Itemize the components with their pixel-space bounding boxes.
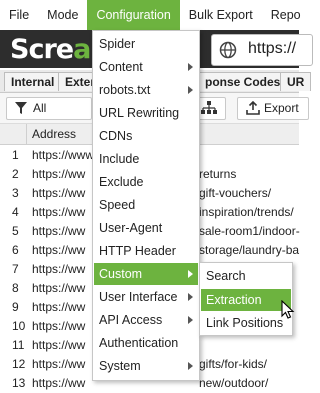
menu-bulk-export[interactable]: Bulk Export [180, 0, 262, 30]
row-address-tail: gifts/for-kids/ [199, 357, 268, 371]
export-label: Export [264, 101, 299, 115]
menu-item-label: CDNs [99, 129, 133, 143]
row-address-tail: returns [199, 167, 237, 181]
menu-mode[interactable]: Mode [38, 0, 87, 30]
submenu-arrow-icon [188, 316, 193, 324]
tab-url[interactable]: UR [280, 72, 312, 91]
menu-item-label: Exclude [99, 175, 144, 189]
menu-item-label: System [99, 359, 141, 373]
menubar: File Mode Configuration Bulk Export Repo [0, 0, 301, 30]
row-address: https://ww [32, 224, 86, 238]
row-address: https://www [32, 148, 95, 162]
submenu-item-extraction[interactable]: Extraction [201, 289, 291, 311]
menu-item-user-interface[interactable]: User Interface [94, 286, 198, 308]
url-text: https:// [248, 40, 297, 57]
row-number: 10 [12, 319, 26, 333]
menu-item-label: HTTP Header [99, 244, 176, 258]
row-address: https://ww [32, 167, 86, 181]
row-address: https://ww [32, 262, 86, 276]
logo-text-1: Scre [10, 34, 74, 65]
menu-item-url-rewriting[interactable]: URL Rewriting [94, 102, 198, 124]
row-address-tail: storage/laundry-ba [199, 243, 300, 257]
menu-configuration[interactable]: Configuration [87, 0, 180, 30]
row-address: https://ww [32, 300, 86, 314]
mouse-cursor-icon [281, 299, 295, 323]
row-number: 9 [12, 300, 19, 314]
menu-item-label: User-Agent [99, 221, 163, 235]
menu-item-robots-txt[interactable]: robots.txt [94, 79, 198, 101]
tab-internal[interactable]: Internal [4, 72, 62, 91]
row-number: 2 [12, 167, 19, 181]
menu-item-include[interactable]: Include [94, 148, 198, 170]
row-number: 8 [12, 281, 19, 295]
row-number: 4 [12, 205, 19, 219]
url-input[interactable]: https:// [211, 34, 313, 66]
row-address: https://ww [32, 281, 86, 295]
row-number: 12 [12, 357, 26, 371]
menu-item-label: Include [99, 152, 140, 166]
custom-submenu: Search Extraction Link Positions [199, 262, 293, 336]
row-number: 6 [12, 243, 19, 257]
row-number: 11 [12, 338, 25, 352]
export-icon [246, 100, 260, 118]
menu-file[interactable]: File [0, 0, 38, 30]
export-button[interactable]: Export [237, 97, 309, 120]
menu-reports[interactable]: Repo [262, 0, 310, 30]
submenu-arrow-icon [188, 293, 193, 301]
submenu-arrow-icon [188, 63, 193, 71]
filter-label: All [33, 101, 47, 115]
menu-item-content[interactable]: Content [94, 56, 198, 78]
submenu-arrow-icon [188, 86, 193, 94]
menu-item-custom[interactable]: Custom [94, 263, 198, 285]
menu-item-label: Spider [99, 37, 136, 51]
menu-item-label: Authentication [99, 336, 179, 350]
menu-item-exclude[interactable]: Exclude [94, 171, 198, 193]
row-number: 3 [12, 186, 19, 200]
tab-response-codes[interactable]: ponse Codes [198, 72, 288, 91]
row-address: https://ww [32, 205, 86, 219]
row-number-header[interactable] [0, 124, 27, 144]
row-address-tail: sale-room1/indoor- [199, 224, 300, 238]
row-number: 13 [12, 376, 26, 390]
row-number: 1 [12, 148, 19, 162]
row-address: https://ww [32, 376, 86, 390]
menu-item-api-access[interactable]: API Access [94, 309, 198, 331]
filter-icon [15, 102, 27, 117]
row-address: https://ww [32, 357, 86, 371]
configuration-menu: Spider Content robots.txt URL Rewriting … [92, 30, 200, 381]
row-number: 5 [12, 224, 19, 238]
row-address-tail: gift-vouchers/ [199, 186, 272, 200]
row-address: https://ww [32, 243, 86, 257]
menu-item-authentication[interactable]: Authentication [94, 332, 198, 354]
row-address-tail: inspiration/trends/ [199, 205, 294, 219]
menu-item-label: Speed [99, 198, 136, 212]
menu-item-user-agent[interactable]: User-Agent [94, 217, 198, 239]
menu-item-speed[interactable]: Speed [94, 194, 198, 216]
menu-item-label: User Interface [99, 290, 178, 304]
column-header-address[interactable]: Address [32, 127, 76, 141]
submenu-item-search[interactable]: Search [201, 265, 291, 287]
menu-item-label: robots.txt [99, 83, 151, 97]
globe-icon [219, 41, 237, 62]
menu-item-label: Content [99, 60, 143, 74]
menu-item-spider[interactable]: Spider [94, 33, 198, 55]
row-address: https://ww [32, 319, 86, 333]
filter-dropdown[interactable]: All [6, 97, 92, 120]
menu-item-system[interactable]: System [94, 355, 198, 377]
submenu-arrow-icon [188, 270, 193, 278]
submenu-arrow-icon [188, 362, 193, 370]
menu-item-http-header[interactable]: HTTP Header [94, 240, 198, 262]
submenu-item-link-positions[interactable]: Link Positions [201, 312, 291, 334]
row-address: https://ww [32, 186, 86, 200]
row-address-tail: new/outdoor/ [199, 376, 269, 390]
menu-item-label: API Access [99, 313, 163, 327]
menu-item-label: Custom [99, 267, 143, 281]
hierarchy-icon [201, 101, 217, 118]
row-address: https://ww [32, 338, 86, 352]
menu-item-cdns[interactable]: CDNs [94, 125, 198, 147]
menu-item-label: URL Rewriting [99, 106, 180, 120]
row-number: 7 [12, 262, 19, 276]
